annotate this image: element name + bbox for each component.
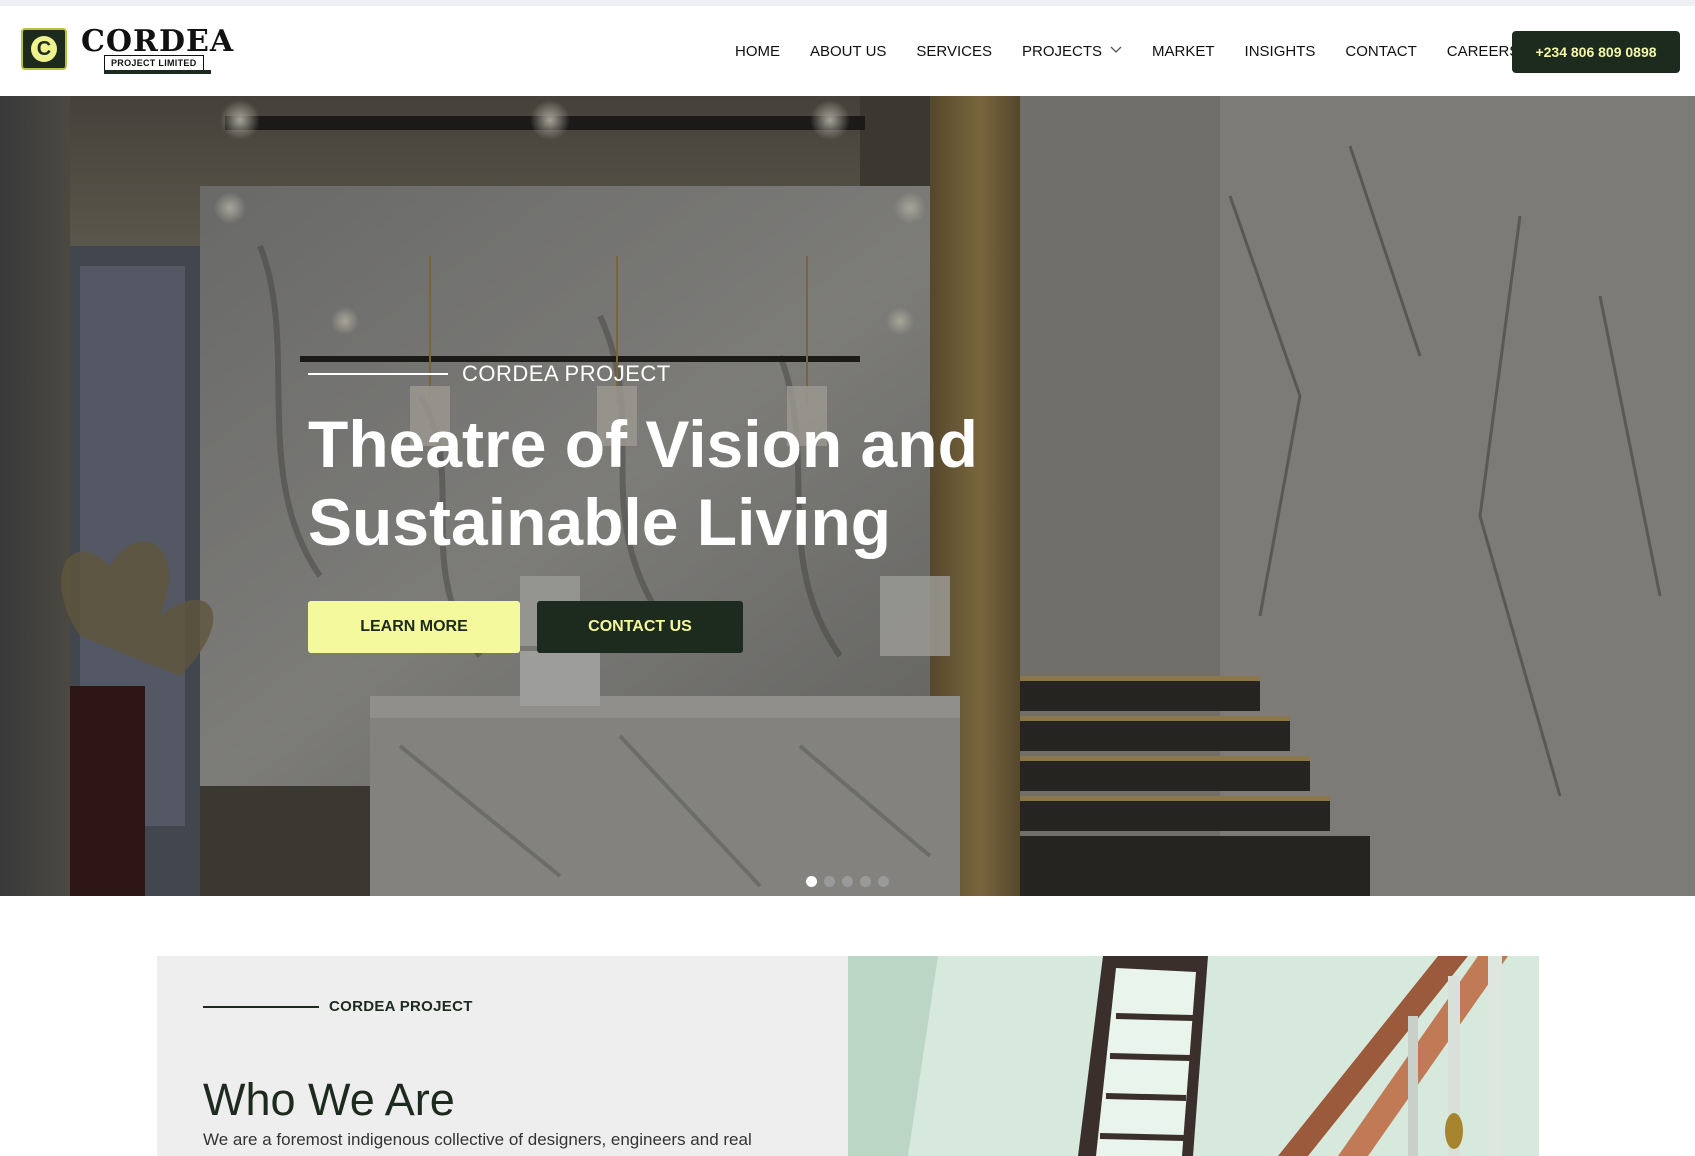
hero-content: CORDEA PROJECT Theatre of Vision and Sus… [308, 361, 1208, 653]
about-eyebrow: CORDEA PROJECT [203, 998, 473, 1015]
hero-slider: CORDEA PROJECT Theatre of Vision and Sus… [0, 96, 1695, 896]
about-text-panel: CORDEA PROJECT Who We Are We are a forem… [157, 956, 848, 1156]
hero-title: Theatre of Vision and Sustainable Living [308, 407, 978, 559]
slider-dots [806, 876, 896, 887]
learn-more-button[interactable]: LEARN MORE [308, 601, 520, 653]
nav-insights[interactable]: INSIGHTS [1245, 43, 1316, 60]
nav-home[interactable]: HOME [735, 43, 780, 60]
nav-projects-label: PROJECTS [1022, 42, 1103, 60]
about-eyebrow-line [203, 1005, 319, 1008]
logo-c-mark: C [31, 36, 57, 62]
nav-about-label: ABOUT US [810, 42, 887, 60]
about-title: Who We Are [203, 1074, 455, 1125]
about-paragraph: We are a foremost indigenous collective … [203, 1130, 752, 1149]
hero-buttons: LEARN MORE CONTACT US [308, 601, 1208, 653]
logo-badge-icon: C [21, 28, 67, 70]
nav-services[interactable]: SERVICES [916, 43, 992, 60]
nav-home-label: HOME [735, 42, 780, 60]
about-section: CORDEA PROJECT Who We Are We are a forem… [157, 956, 1539, 1156]
nav-about-us[interactable]: ABOUT US [810, 43, 886, 60]
nav-contact-label: CONTACT [1345, 42, 1417, 60]
contact-us-button[interactable]: CONTACT US [537, 601, 743, 653]
phone-button[interactable]: +234 806 809 0898 [1512, 31, 1680, 73]
main-nav: HOME ABOUT US SERVICES PROJECTS MARKET I… [735, 6, 1549, 96]
nav-market[interactable]: MARKET [1152, 43, 1215, 60]
slider-dot-3[interactable] [842, 876, 853, 887]
hero-eyebrow-line [308, 373, 448, 375]
logo-subtitle: PROJECT LIMITED [104, 55, 204, 71]
logo-wordmark: CORDEA [81, 24, 235, 59]
slider-dot-1[interactable] [806, 876, 817, 887]
nav-careers-label: CAREERS [1446, 42, 1520, 60]
hero-eyebrow-text: CORDEA PROJECT [462, 361, 671, 386]
nav-market-label: MARKET [1152, 42, 1215, 60]
nav-services-label: SERVICES [916, 42, 992, 60]
nav-careers[interactable]: CAREERS [1447, 43, 1520, 60]
logo-underline [104, 70, 211, 74]
about-staircase-image [848, 956, 1539, 1156]
nav-insights-label: INSIGHTS [1244, 42, 1316, 60]
nav-contact[interactable]: CONTACT [1345, 43, 1416, 60]
slider-dot-4[interactable] [860, 876, 871, 887]
slider-dot-2[interactable] [824, 876, 835, 887]
about-image [848, 956, 1539, 1156]
about-eyebrow-text: CORDEA PROJECT [329, 998, 473, 1015]
hero-eyebrow: CORDEA PROJECT [308, 361, 1208, 387]
slider-dot-5[interactable] [878, 876, 889, 887]
chevron-down-icon [1110, 45, 1122, 57]
company-logo[interactable]: C CORDEA PROJECT LIMITED [21, 24, 233, 76]
nav-projects[interactable]: PROJECTS [1022, 43, 1122, 60]
